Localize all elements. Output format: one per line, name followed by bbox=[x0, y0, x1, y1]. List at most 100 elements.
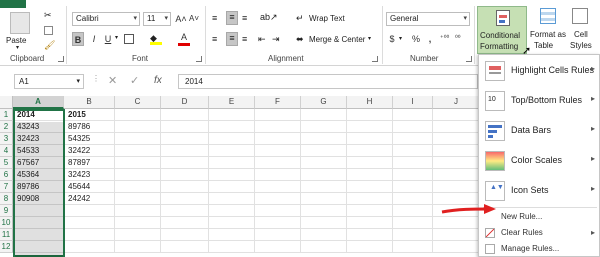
merge-center-button[interactable]: Merge & Center bbox=[309, 35, 365, 44]
cell[interactable]: 2015 bbox=[64, 109, 115, 121]
cell[interactable] bbox=[64, 229, 115, 241]
font-size-select[interactable]: 11 ▾ bbox=[143, 12, 171, 26]
number-format-select[interactable]: General ▾ bbox=[386, 12, 470, 26]
row-header[interactable]: 10 bbox=[0, 217, 13, 229]
cell[interactable] bbox=[393, 145, 433, 157]
cell[interactable] bbox=[161, 121, 209, 133]
cell[interactable]: 54325 bbox=[64, 133, 115, 145]
cell[interactable] bbox=[301, 109, 347, 121]
cell[interactable] bbox=[433, 145, 480, 157]
cell[interactable] bbox=[347, 217, 393, 229]
column-header[interactable]: G bbox=[301, 96, 347, 109]
cell[interactable] bbox=[161, 217, 209, 229]
cell[interactable] bbox=[115, 181, 161, 193]
cell[interactable] bbox=[347, 205, 393, 217]
cell[interactable] bbox=[115, 241, 161, 253]
clipboard-launcher-icon[interactable] bbox=[58, 56, 64, 62]
cell[interactable] bbox=[433, 169, 480, 181]
underline-button[interactable]: U bbox=[102, 32, 114, 46]
cell[interactable] bbox=[161, 145, 209, 157]
cell[interactable] bbox=[347, 145, 393, 157]
align-right-icon[interactable]: ≡ bbox=[242, 34, 247, 44]
font-name-select[interactable]: Calibri ▾ bbox=[72, 12, 140, 26]
cell[interactable] bbox=[209, 229, 255, 241]
cell[interactable] bbox=[255, 229, 301, 241]
cell[interactable] bbox=[13, 229, 64, 241]
file-tab[interactable] bbox=[0, 0, 26, 8]
enter-button[interactable]: ✓ bbox=[130, 74, 139, 87]
row-header[interactable]: 4 bbox=[0, 145, 13, 157]
cell[interactable] bbox=[161, 157, 209, 169]
font-color-button[interactable]: A bbox=[178, 30, 190, 46]
cell-styles-icon[interactable] bbox=[572, 8, 588, 24]
decrease-decimal-icon[interactable]: ⁰⁰ bbox=[455, 34, 461, 42]
column-header[interactable]: F bbox=[255, 96, 301, 109]
cell[interactable] bbox=[209, 133, 255, 145]
cell[interactable] bbox=[255, 145, 301, 157]
cell[interactable] bbox=[347, 157, 393, 169]
comma-button[interactable]: , bbox=[425, 32, 435, 46]
borders-icon[interactable] bbox=[124, 34, 134, 44]
cell[interactable] bbox=[209, 145, 255, 157]
row-header[interactable]: 7 bbox=[0, 181, 13, 193]
cell[interactable] bbox=[393, 169, 433, 181]
underline-dropdown-icon[interactable]: ▾ bbox=[115, 34, 118, 41]
column-header[interactable]: B bbox=[64, 96, 115, 109]
copy-icon[interactable] bbox=[44, 26, 53, 35]
cell[interactable] bbox=[13, 241, 64, 253]
cell[interactable] bbox=[161, 109, 209, 121]
cell[interactable] bbox=[209, 169, 255, 181]
align-bottom-icon[interactable]: ≡ bbox=[242, 13, 247, 23]
cell[interactable] bbox=[393, 241, 433, 253]
conditional-formatting-button[interactable]: Conditional Formatting bbox=[477, 6, 527, 54]
cell[interactable] bbox=[255, 121, 301, 133]
cell[interactable] bbox=[115, 217, 161, 229]
percent-button[interactable]: % bbox=[410, 32, 422, 46]
row-header[interactable]: 11 bbox=[0, 229, 13, 241]
cell-styles-label-1[interactable]: Cell bbox=[574, 30, 588, 39]
name-box[interactable]: A1 ▾ bbox=[14, 74, 84, 89]
cell[interactable] bbox=[433, 181, 480, 193]
align-left-icon[interactable]: ≡ bbox=[212, 34, 217, 44]
column-header[interactable]: I bbox=[393, 96, 433, 109]
paste-dropdown-icon[interactable]: ▾ bbox=[16, 44, 19, 51]
cell[interactable] bbox=[301, 133, 347, 145]
currency-button[interactable]: $ bbox=[386, 32, 398, 46]
cell[interactable] bbox=[161, 205, 209, 217]
cell[interactable] bbox=[301, 241, 347, 253]
cell[interactable] bbox=[115, 145, 161, 157]
cell[interactable] bbox=[301, 181, 347, 193]
cell[interactable] bbox=[255, 181, 301, 193]
cell[interactable] bbox=[13, 205, 64, 217]
menu-item-highlight-cells-rules[interactable]: Highlight Cells Rules ▸ bbox=[479, 57, 600, 85]
cell[interactable]: 24242 bbox=[64, 193, 115, 205]
cell[interactable] bbox=[255, 157, 301, 169]
row-header[interactable]: 1 bbox=[0, 109, 13, 121]
format-painter-icon[interactable]: 🖌 bbox=[44, 40, 55, 51]
cell[interactable] bbox=[161, 169, 209, 181]
spreadsheet-grid[interactable]: A B C D E F G H I J 1 2014 2015 2 43243 89786… bbox=[0, 96, 480, 257]
cell[interactable] bbox=[301, 145, 347, 157]
alignment-launcher-icon[interactable] bbox=[372, 56, 378, 62]
cell[interactable]: 2014 bbox=[13, 109, 64, 121]
select-all-corner[interactable] bbox=[0, 96, 13, 109]
cell[interactable] bbox=[393, 157, 433, 169]
cell[interactable] bbox=[433, 157, 480, 169]
cell[interactable] bbox=[255, 109, 301, 121]
merge-center-icon[interactable]: ⬌ bbox=[296, 34, 304, 45]
cell[interactable] bbox=[393, 205, 433, 217]
cell[interactable] bbox=[393, 229, 433, 241]
cell[interactable] bbox=[301, 193, 347, 205]
cell[interactable]: 32423 bbox=[13, 133, 64, 145]
cell[interactable] bbox=[347, 133, 393, 145]
cell[interactable] bbox=[433, 229, 480, 241]
column-header[interactable]: D bbox=[161, 96, 209, 109]
orientation-icon[interactable]: ab↗ bbox=[260, 12, 278, 23]
format-as-table-icon[interactable] bbox=[540, 8, 556, 24]
cell[interactable] bbox=[347, 181, 393, 193]
align-top-icon[interactable]: ≡ bbox=[212, 13, 217, 23]
shrink-font-button[interactable]: A˅ bbox=[188, 12, 200, 26]
row-header[interactable]: 8 bbox=[0, 193, 13, 205]
cell[interactable] bbox=[161, 241, 209, 253]
cell[interactable] bbox=[115, 229, 161, 241]
